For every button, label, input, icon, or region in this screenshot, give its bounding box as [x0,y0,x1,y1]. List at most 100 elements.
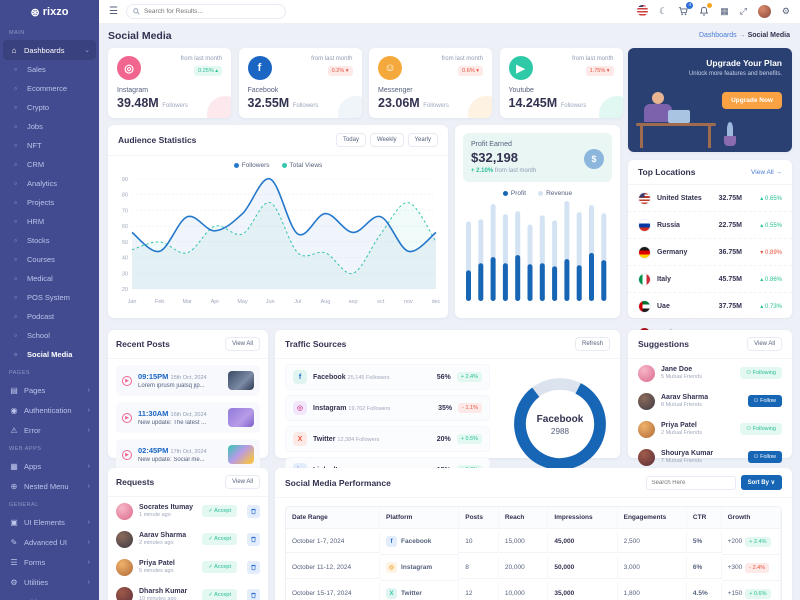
column-header[interactable]: Platform [380,507,459,529]
column-header[interactable]: Reach [499,507,549,529]
sidebar-item[interactable]: ○ School [0,326,99,345]
post-row[interactable]: ▶ 02:45PM 17th Oct, 2024 New update: Soc… [116,439,260,470]
dark-mode-icon[interactable]: ☾ [659,7,667,16]
location-row[interactable]: United States 32.75M ▴ 0.65% [628,185,792,212]
global-search[interactable] [126,4,286,19]
accept-button[interactable]: ✓ Accept [202,589,237,600]
sidebar-item-label: Crypto [27,103,49,112]
sidebar-item[interactable]: ◉ Authentication › [0,400,99,420]
sidebar-item[interactable]: ⌂ Dashboards ⌄ [3,40,96,60]
sort-by-button[interactable]: Sort By ∨ [741,475,782,490]
language-flag-icon[interactable] [637,5,648,18]
sidebar-item[interactable]: WEB APPS [0,442,99,456]
settings-gear-icon[interactable]: ⚙ [782,7,790,16]
accept-button[interactable]: ✓ Accept [202,533,237,545]
table-row[interactable]: October 1-7, 2024 f Facebook 10 15,000 4… [286,529,781,555]
requests-view-all-button[interactable]: View All [225,475,260,489]
sidebar-item[interactable]: ⚙ Utilities › [0,572,99,592]
sidebar-item[interactable]: ▦ Apps › [0,456,99,476]
sidebar-item-icon: ○ [14,238,22,244]
table-search-input[interactable] [646,476,736,490]
svg-text:20: 20 [122,287,128,293]
follow-button[interactable]: ⚇ Follow [748,451,782,463]
sidebar-item[interactable]: ○ Stocks [0,231,99,250]
fullscreen-icon[interactable]: ⤢ [740,7,747,16]
accept-button[interactable]: ✓ Accept [202,561,237,573]
sidebar-item[interactable]: ○ Podcast [0,307,99,326]
apps-grid-icon[interactable]: ▦ [720,7,729,16]
sidebar-item[interactable]: PAGES [0,366,99,380]
sidebar-item[interactable]: ○ Jobs [0,117,99,136]
refresh-button[interactable]: Refresh [575,337,610,351]
sidebar-item[interactable]: ▤ Pages › [0,380,99,400]
sidebar-item[interactable]: ○ Analytics [0,174,99,193]
play-icon: ▶ [122,450,132,460]
accept-button[interactable]: ✓ Accept [202,505,237,517]
table-row[interactable]: October 15-17, 2024 X Twitter 12 10,000 … [286,581,781,600]
sidebar-item[interactable]: ▣ UI Elements › [0,512,99,532]
breadcrumb-dashboards[interactable]: Dashboards [699,32,737,39]
sidebar-item[interactable]: ○ Projects [0,193,99,212]
hamburger-menu-icon[interactable]: ☰ [109,6,118,17]
suggestions-view-all-button[interactable]: View All [747,337,782,351]
sidebar-item[interactable]: ☰ Forms › [0,552,99,572]
follow-button[interactable]: ⚇ Follow [748,395,782,407]
column-header[interactable]: Posts [459,507,499,529]
sidebar-item[interactable]: ○ CRM [0,155,99,174]
column-header[interactable]: Impressions [548,507,617,529]
column-header[interactable]: Engagements [618,507,687,529]
locations-view-all-link[interactable]: View All → [751,169,782,176]
cart-icon[interactable]: 4 [678,6,688,18]
sidebar-item[interactable]: GENERAL [0,498,99,512]
sidebar-item[interactable]: ◈ Widgets › [0,592,99,600]
column-header[interactable]: Date Range [286,507,380,529]
stat-platform-name: Messenger [378,87,483,94]
delete-request-icon[interactable] [247,505,260,518]
follow-button[interactable]: ⚇ Following [740,367,782,379]
location-row[interactable]: Uae 37.75M ▴ 0.73% [628,293,792,320]
traffic-row[interactable]: f Facebook 25,145 Followers 56% + 2.4% [285,364,490,390]
profit-bar-chart [461,197,614,305]
sidebar-item[interactable]: ○ Ecommerce [0,79,99,98]
location-row[interactable]: Russia 22.75M ▴ 0.55% [628,212,792,239]
stat-card[interactable]: f from last month 0.2% ▾ Facebook 32.55M… [239,48,362,118]
sidebar-item[interactable]: ○ Social Media [0,345,99,364]
traffic-row[interactable]: ◎ Instagram 19,762 Followers 35% - 1.1% [285,395,490,421]
table-row[interactable]: October 11-12, 2024 ◎ Instagram 8 20,000… [286,555,781,581]
user-avatar[interactable] [758,5,771,18]
column-header[interactable]: Growth [722,507,781,529]
upgrade-now-button[interactable]: Upgrade Now [722,92,782,109]
stat-card[interactable]: ▶ from last month 1.75% ▾ Youtube 14.245… [500,48,623,118]
delete-request-icon[interactable] [247,589,260,600]
request-row: Socrates Itumay 1 minute ago ✓ Accept [108,497,268,525]
app-logo[interactable]: ⊛ rixzo [0,0,99,24]
sidebar-item[interactable]: MAIN [0,26,99,40]
sidebar-item[interactable]: ⊕ Nested Menu › [0,476,99,496]
search-input[interactable] [144,8,279,15]
column-header[interactable]: CTR [687,507,722,529]
sidebar-item[interactable]: ○ Courses [0,250,99,269]
sidebar-item[interactable]: ○ NFT [0,136,99,155]
sidebar-item[interactable]: ✎ Advanced UI › [0,532,99,552]
follow-button[interactable]: ⚇ Following [740,423,782,435]
notifications-bell-icon[interactable] [699,6,709,18]
posts-view-all-button[interactable]: View All [225,337,260,351]
sidebar-item[interactable]: ○ Crypto [0,98,99,117]
range-tab-button[interactable]: Yearly [408,133,438,147]
sidebar-item[interactable]: ○ POS System [0,288,99,307]
post-row[interactable]: ▶ 09:15PM 15th Oct, 2024 Lorem iprusm ju… [116,365,260,396]
range-tab-button[interactable]: Today [336,133,366,147]
sidebar-item[interactable]: ○ HRM [0,212,99,231]
sidebar-item[interactable]: ○ Sales [0,60,99,79]
location-row[interactable]: Italy 45.75M ▴ 0.86% [628,266,792,293]
sidebar-item[interactable]: ○ Medical [0,269,99,288]
traffic-row[interactable]: X Twitter 12,384 Followers 20% + 0.5% [285,426,490,452]
delete-request-icon[interactable] [247,533,260,546]
sidebar-item[interactable]: ⚠ Error › [0,420,99,440]
range-tab-button[interactable]: Weekly [370,133,404,147]
location-row[interactable]: Germany 36.75M ▾ 0.89% [628,239,792,266]
post-row[interactable]: ▶ 11:30AM 16th Oct, 2024 New update: The… [116,402,260,433]
stat-card[interactable]: ◎ from last month 0.25% ▴ Instagram 39.4… [108,48,231,118]
delete-request-icon[interactable] [247,561,260,574]
stat-card[interactable]: ☺ from last month 0.6% ▾ Messenger 23.06… [369,48,492,118]
